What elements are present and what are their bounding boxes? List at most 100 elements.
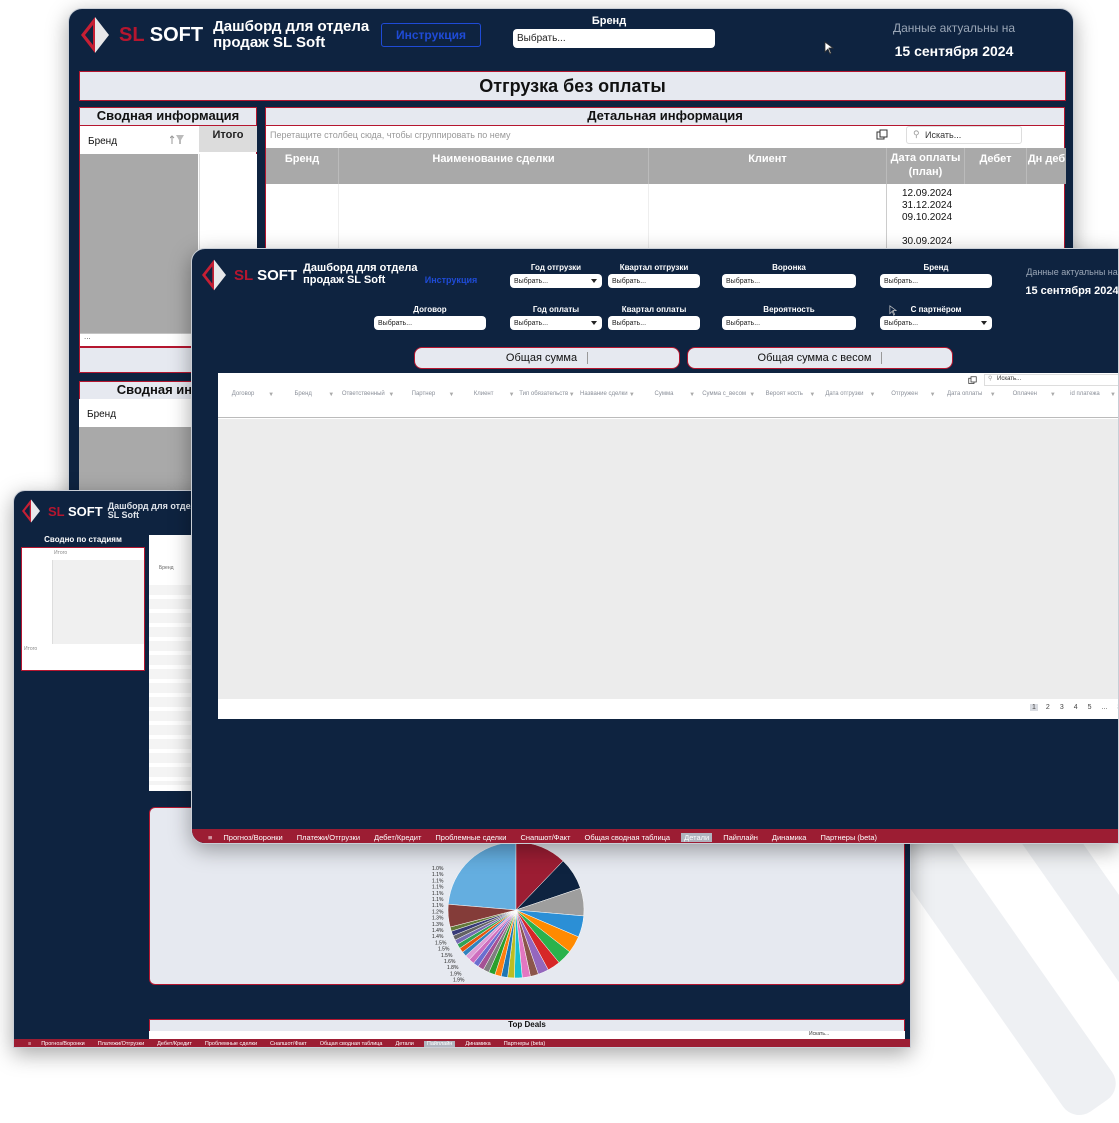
tab-item[interactable]: Платежи/Отгрузки bbox=[95, 1041, 147, 1047]
brand-filter-label: Бренд bbox=[591, 15, 627, 27]
page-number[interactable]: 4 bbox=[1072, 704, 1080, 711]
funnel-select[interactable]: Выбрать... bbox=[722, 274, 856, 288]
weighted-sum-button[interactable]: Общая сумма с весом bbox=[687, 347, 953, 369]
instructions-button[interactable]: Инструкция bbox=[381, 23, 481, 47]
menu-icon[interactable]: ≡ bbox=[208, 833, 212, 842]
chevron-down-icon bbox=[981, 321, 987, 325]
table-column-header[interactable]: Тип обязательств bbox=[519, 391, 569, 398]
table-column-header[interactable]: Отгружен bbox=[879, 391, 929, 398]
tab-item[interactable]: Партнеры (beta) bbox=[817, 833, 880, 842]
filter-icon[interactable]: ▼ bbox=[869, 392, 875, 398]
ship-year-select-value: Выбрать... bbox=[514, 277, 549, 285]
tab-item[interactable]: Дебет/Кредит bbox=[371, 833, 424, 842]
tab-item[interactable]: Динамика bbox=[462, 1041, 493, 1047]
tab-item[interactable]: Пайплайн bbox=[423, 1041, 456, 1047]
pie-label: 1.1% bbox=[432, 897, 444, 903]
page-number[interactable]: ... bbox=[1100, 704, 1110, 711]
filter-icon[interactable]: ▼ bbox=[749, 392, 755, 398]
summary-panel-title: Сводная информация bbox=[79, 107, 257, 125]
tab-item[interactable]: Проблемные сделки bbox=[202, 1041, 260, 1047]
table-column-header[interactable]: Дата отгрузки bbox=[819, 391, 869, 398]
col-divider bbox=[648, 184, 649, 258]
pie-slice[interactable] bbox=[447, 841, 517, 911]
tab-item[interactable]: Динамика bbox=[769, 833, 810, 842]
table-column-header[interactable]: Дата оплаты bbox=[940, 391, 990, 398]
table-column-header[interactable]: Ответственный bbox=[338, 391, 388, 398]
pay-year-select[interactable]: Выбрать... bbox=[510, 316, 602, 330]
probability-select[interactable]: Выбрать... bbox=[722, 316, 856, 330]
filter-icon[interactable]: ▼ bbox=[809, 392, 815, 398]
ship-quarter-select[interactable]: Выбрать... bbox=[608, 274, 700, 288]
pie-label: 1.5% bbox=[435, 940, 447, 946]
table-column-header[interactable]: Вероят ность bbox=[759, 391, 809, 398]
export-icon[interactable] bbox=[968, 376, 977, 385]
table-column-header[interactable]: Партнер bbox=[398, 391, 448, 398]
deals-search-input[interactable]: ⚲ Искать... bbox=[984, 374, 1118, 386]
instructions-button[interactable]: Инструкция bbox=[414, 271, 488, 289]
filter-icon[interactable]: ▼ bbox=[509, 392, 515, 398]
menu-icon[interactable]: ≡ bbox=[28, 1041, 31, 1047]
filter-icon[interactable]: ▼ bbox=[328, 392, 334, 398]
pie-label: 1.1% bbox=[432, 903, 444, 909]
total-sum-button[interactable]: Общая сумма bbox=[414, 347, 680, 369]
filter-icon[interactable]: ▼ bbox=[689, 392, 695, 398]
table-column-header[interactable]: Клиент bbox=[459, 391, 509, 398]
pay-quarter-select[interactable]: Выбрать... bbox=[608, 316, 700, 330]
filter-icon[interactable]: ▼ bbox=[388, 392, 394, 398]
detail-search-input[interactable]: ⚲ Искать... bbox=[906, 126, 1022, 144]
filter-icon[interactable]: ▼ bbox=[1050, 392, 1056, 398]
tab-item[interactable]: Прогноз/Воронки bbox=[38, 1041, 88, 1047]
tab-item[interactable]: Снапшот/Факт bbox=[267, 1041, 310, 1047]
filter-label-funnel: Воронка bbox=[772, 263, 806, 272]
tab-item[interactable]: Прогноз/Воронки bbox=[220, 833, 285, 842]
partner-select[interactable]: Выбрать... bbox=[880, 316, 992, 330]
tab-item[interactable]: Проблемные сделки bbox=[432, 833, 509, 842]
pie-label: 1.5% bbox=[441, 953, 453, 959]
table-column-header[interactable]: Оплачен bbox=[1000, 391, 1050, 398]
app-subtitle-line2: продаж SL Soft bbox=[303, 274, 386, 286]
filter-icon[interactable]: ▼ bbox=[1110, 392, 1116, 398]
pie-label: 1.4% bbox=[432, 934, 444, 940]
filter-icon[interactable]: ▼ bbox=[268, 392, 274, 398]
brand-select[interactable]: Выбрать... bbox=[513, 29, 715, 48]
tab-item[interactable]: Общая сводная таблица bbox=[317, 1041, 386, 1047]
filter-icon[interactable]: ▼ bbox=[930, 392, 936, 398]
table-column-header[interactable]: id платежа bbox=[1060, 391, 1110, 398]
table-column-header[interactable]: Сумма bbox=[639, 391, 689, 398]
tab-item[interactable]: Партнеры (beta) bbox=[501, 1041, 548, 1047]
tab-item[interactable]: Детали bbox=[392, 1041, 416, 1047]
brand-sl: SL bbox=[234, 266, 253, 284]
detail-col-deal: Наименование сделки bbox=[338, 148, 648, 184]
table-column-header[interactable]: Договор bbox=[218, 391, 268, 398]
tab-item[interactable]: Дебет/Кредит bbox=[154, 1041, 195, 1047]
table-column-header[interactable]: Сумма с_весом bbox=[699, 391, 749, 398]
tab-item[interactable]: Общая сводная таблица bbox=[581, 833, 673, 842]
date-cell: 09.10.2024 bbox=[902, 212, 953, 223]
total-sum-label: Общая сумма bbox=[505, 352, 578, 364]
page-number[interactable]: 2 bbox=[1044, 704, 1052, 711]
filter-icon[interactable]: ▼ bbox=[449, 392, 455, 398]
filter-icon[interactable]: ▼ bbox=[990, 392, 996, 398]
table-column-headers: Договор ▼ Бренд ▼ Ответственный ▼ Партнер ▼ Клие… bbox=[218, 389, 1118, 415]
tab-item[interactable]: Пайплайн bbox=[720, 833, 761, 842]
pay-quarter-select-value: Выбрать... bbox=[612, 319, 647, 327]
page-number[interactable]: 5 bbox=[1086, 704, 1094, 711]
tab-item[interactable]: Платежи/Отгрузки bbox=[294, 833, 363, 842]
brand-select[interactable]: Выбрать... bbox=[880, 274, 992, 288]
summary-col-total: Итого bbox=[199, 126, 257, 152]
sort-filter-icon[interactable] bbox=[170, 134, 186, 146]
page-number[interactable]: 3 bbox=[1058, 704, 1066, 711]
table-column-header[interactable]: Бренд bbox=[278, 391, 328, 398]
pie-label: 1.3% bbox=[432, 916, 444, 922]
page-number[interactable]: 1 bbox=[1030, 704, 1038, 711]
filter-icon[interactable]: ▼ bbox=[569, 392, 575, 398]
table-column-header[interactable]: Название сделки bbox=[579, 391, 629, 398]
section-title-band: Отгрузка без оплаты bbox=[79, 71, 1066, 101]
contract-select[interactable]: Выбрать... bbox=[374, 316, 486, 330]
ship-year-select[interactable]: Выбрать... bbox=[510, 274, 602, 288]
filter-icon[interactable]: ▼ bbox=[629, 392, 635, 398]
tab-item[interactable]: Детали bbox=[681, 832, 713, 842]
tab-item[interactable]: Снапшот/Факт bbox=[517, 833, 573, 842]
export-icon[interactable] bbox=[876, 129, 888, 141]
page-number[interactable]: 3 bbox=[1115, 704, 1118, 711]
